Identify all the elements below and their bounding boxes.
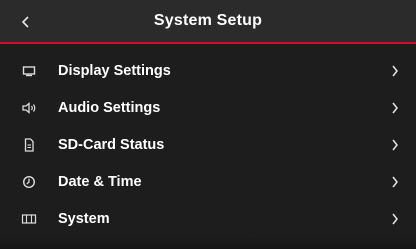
- display-icon: [18, 62, 40, 80]
- menu-item-label: Audio Settings: [58, 99, 161, 116]
- menu-item-sd-card-status[interactable]: SD-Card Status: [0, 126, 416, 163]
- sd-card-icon: [18, 136, 40, 154]
- page-title: System Setup: [153, 12, 263, 29]
- menu-item-label: Display Settings: [58, 62, 171, 79]
- clock-icon: [18, 173, 40, 191]
- menu-item-display-settings[interactable]: Display Settings: [0, 52, 416, 89]
- speaker-icon: [18, 99, 40, 117]
- header-bar: System Setup: [0, 0, 416, 44]
- chevron-right-icon: [388, 62, 402, 80]
- settings-menu: Display Settings Audio Settings SD-Card …: [0, 52, 416, 237]
- menu-item-date-time[interactable]: Date & Time: [0, 163, 416, 200]
- menu-item-label: System: [58, 210, 110, 227]
- menu-item-label: Date & Time: [58, 173, 142, 190]
- chevron-right-icon: [388, 210, 402, 228]
- chevron-right-icon: [388, 173, 402, 191]
- system-icon: [18, 210, 40, 228]
- chevron-right-icon: [388, 99, 402, 117]
- chevron-right-icon: [388, 136, 402, 154]
- menu-item-label: SD-Card Status: [58, 136, 165, 153]
- system-setup-screen: System Setup Display Settings Audio Sett…: [0, 0, 416, 249]
- menu-item-audio-settings[interactable]: Audio Settings: [0, 89, 416, 126]
- menu-item-system[interactable]: System: [0, 200, 416, 237]
- bottom-bezel: [0, 237, 416, 249]
